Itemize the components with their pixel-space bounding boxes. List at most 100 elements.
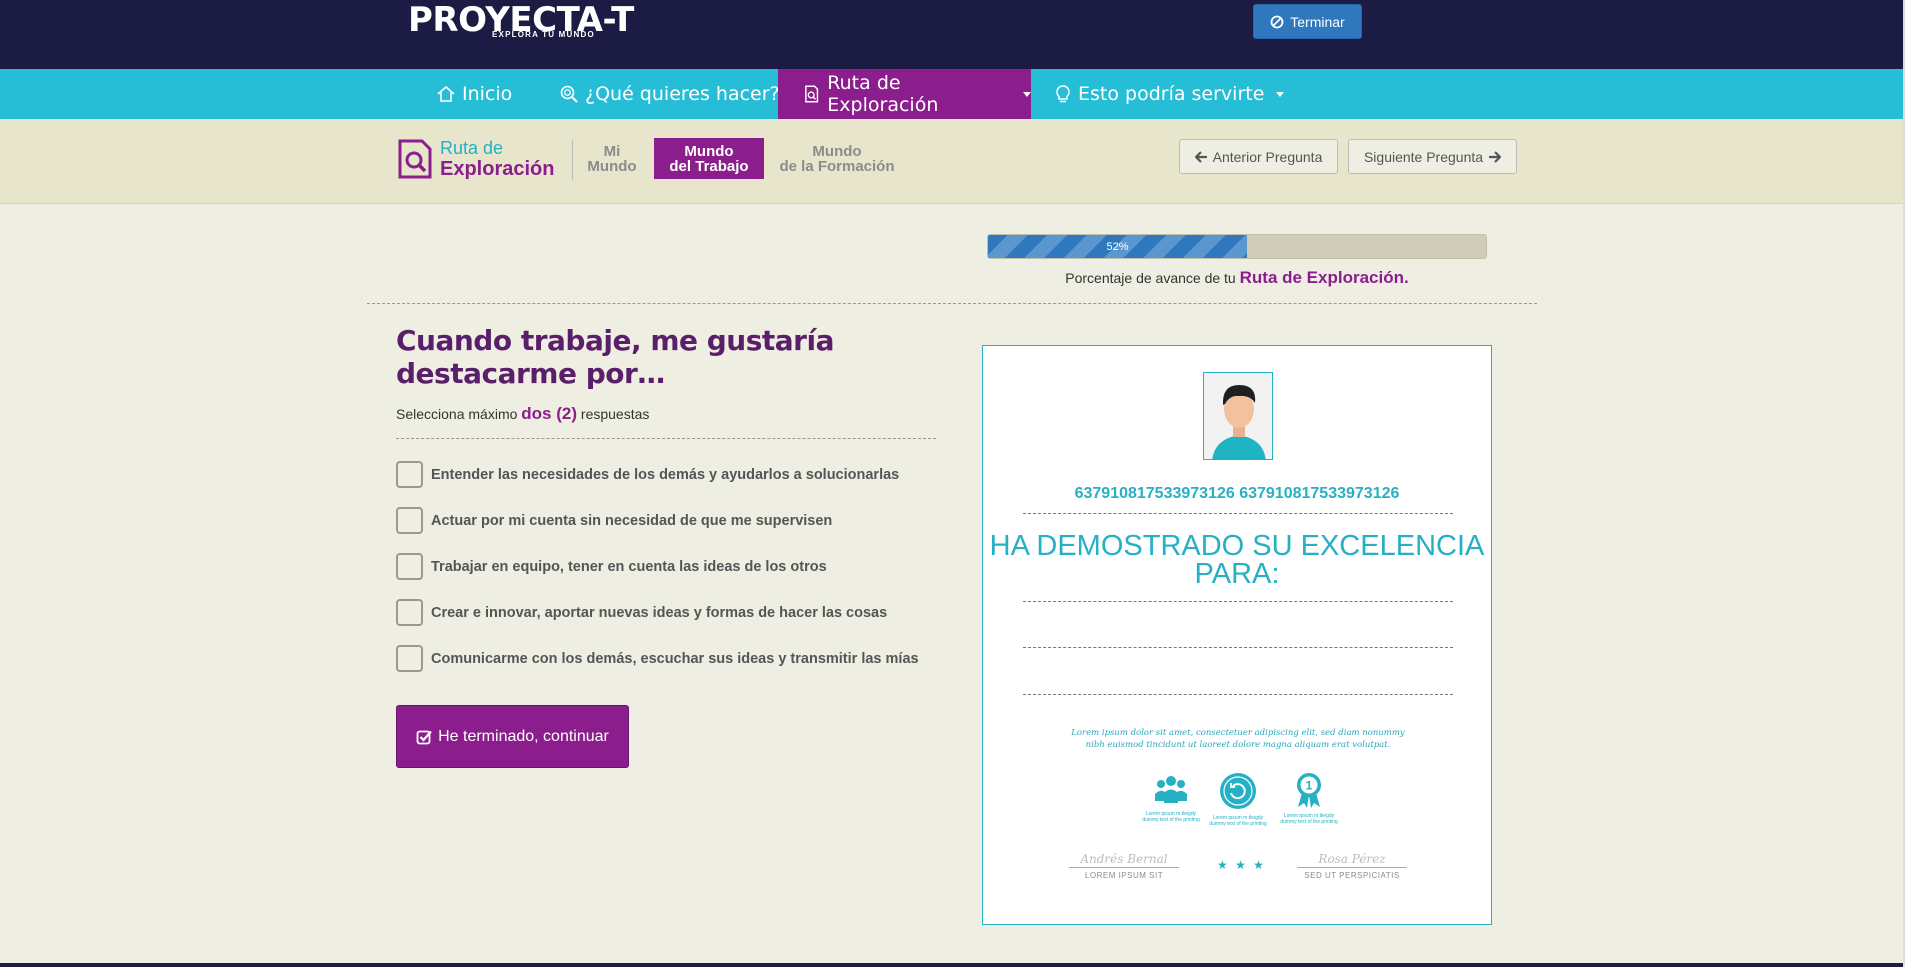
nav-item-esto-podria-servirte[interactable]: Esto podría servirte — [1054, 69, 1285, 119]
hint-highlight: dos (2) — [521, 404, 578, 423]
svg-text:1: 1 — [1306, 779, 1313, 793]
certificate-badge: Lorem ipsum m tleigdy dummy text of the … — [1141, 771, 1201, 823]
certificate-divider — [1023, 647, 1453, 648]
ban-icon — [1270, 15, 1284, 28]
top-header: PROYECTA-T EXPLORA TU MUNDO Terminar — [0, 0, 1905, 69]
chevron-down-icon — [1276, 91, 1285, 97]
stage-mi-mundo[interactable]: Mi Mundo — [582, 138, 642, 179]
proyectat-logo[interactable]: PROYECTA-T EXPLORA TU MUNDO — [408, 2, 634, 39]
stage-line-1: Mundo — [812, 142, 862, 160]
signature-right: Rosa Pérez SED UT PERSPICIATIS — [1297, 852, 1407, 880]
nav-item-label: Ruta de Exploración — [827, 72, 939, 116]
certificate-preview: 637910817533973126 637910817533973126 HA… — [982, 345, 1492, 925]
next-question-button[interactable]: Siguiente Pregunta — [1348, 139, 1517, 174]
section-divider — [367, 303, 1537, 304]
continue-button[interactable]: He terminado, continuar — [396, 705, 629, 768]
arrow-left-icon — [1194, 150, 1207, 163]
answer-option[interactable]: Trabajar en equipo, tener en cuenta las … — [396, 553, 827, 580]
signature-name: Rosa Pérez — [1297, 852, 1407, 868]
document-search-icon — [398, 139, 432, 179]
certificate-badge: 1 Lorem ipsum m tleigdy dummy text of th… — [1279, 771, 1339, 825]
footer-line — [0, 963, 1905, 967]
ribbon-award-icon: 1 — [1297, 773, 1321, 808]
brand-line-2: Exploración — [440, 158, 555, 180]
certificate-title: HA DEMOSTRADO SU EXCELENCIA PARA: — [989, 530, 1485, 590]
ruta-exploracion-brand: Ruta de Exploración — [396, 138, 554, 180]
certificate-lorem: Lorem ipsum dolor sit amet, consectetuer… — [1071, 728, 1405, 750]
answer-checkbox[interactable] — [396, 461, 423, 488]
document-search-icon — [805, 85, 819, 103]
brand-line-1: Ruta de — [440, 138, 504, 158]
answer-option[interactable]: Actuar por mi cuenta sin necesidad de qu… — [396, 507, 832, 534]
nav-item-label: Inicio — [462, 83, 513, 105]
answer-checkbox[interactable] — [396, 507, 423, 534]
progress-caption-highlight: Ruta de Exploración. — [1239, 268, 1409, 287]
answer-option[interactable]: Crear e innovar, aportar nuevas ideas y … — [396, 599, 887, 626]
answer-option[interactable]: Entender las necesidades de los demás y … — [396, 461, 899, 488]
stage-mundo-del-trabajo[interactable]: Mundo del Trabajo — [654, 138, 764, 179]
selection-hint: Selecciona máximo dos (2) respuestas — [396, 404, 649, 424]
answer-label: Actuar por mi cuenta sin necesidad de qu… — [431, 512, 833, 529]
stage-mundo-de-la-formacion[interactable]: Mundo de la Formación — [774, 138, 900, 179]
arrow-right-icon — [1489, 150, 1502, 163]
nav-item-label: Esto podría servirte — [1078, 83, 1265, 105]
signature-left: Andrés Bernal LOREM IPSUM SIT — [1069, 852, 1179, 880]
nav-item-ruta-exploracion[interactable]: Ruta de Exploración — [778, 69, 1031, 119]
stage-line-1: Mundo — [684, 142, 734, 160]
signature-role: LOREM IPSUM SIT — [1084, 871, 1164, 880]
answer-label: Comunicarme con los demás, escuchar sus … — [431, 650, 919, 667]
progress-caption: Porcentaje de avance de tu Ruta de Explo… — [987, 268, 1487, 288]
answer-checkbox[interactable] — [396, 553, 423, 580]
chevron-down-icon — [1023, 91, 1031, 97]
signature-name: Andrés Bernal — [1069, 852, 1179, 868]
question-divider — [396, 438, 936, 439]
answer-label: Crear e innovar, aportar nuevas ideas y … — [431, 604, 888, 621]
certificate-id: 637910817533973126 637910817533973126 — [1074, 485, 1400, 502]
progress-fill: 52% — [988, 235, 1247, 258]
main-navbar: Inicio ¿Qué quieres hacer? Ruta de Explo… — [0, 69, 1905, 119]
terminar-label: Terminar — [1290, 13, 1345, 30]
answer-label: Trabajar en equipo, tener en cuenta las … — [431, 558, 827, 575]
stage-line-2: Mundo — [587, 157, 637, 175]
lightbulb-icon — [1056, 85, 1070, 103]
answer-option[interactable]: Comunicarme con los demás, escuchar sus … — [396, 645, 919, 672]
answer-checkbox[interactable] — [396, 599, 423, 626]
divider — [572, 140, 573, 180]
badge-caption: Lorem ipsum m tleigdy dummy text of the … — [1280, 813, 1338, 825]
stage-line-2: de la Formación — [779, 157, 895, 175]
progress-caption-text: Porcentaje de avance de tu — [1065, 270, 1236, 286]
hint-suffix: respuestas — [580, 406, 650, 422]
certificate-badge: Lorem ipsum m tleigdy dummy text of the … — [1208, 771, 1268, 827]
check-square-icon — [416, 730, 432, 744]
arrow-cycle-icon — [1220, 773, 1256, 809]
continue-label: He terminado, continuar — [438, 727, 609, 745]
progress-bar: 52% — [987, 234, 1487, 259]
team-icon — [1155, 776, 1187, 803]
badge-caption: Lorem ipsum m tleigdy dummy text of the … — [1142, 811, 1200, 823]
previous-question-button[interactable]: Anterior Pregunta — [1179, 139, 1338, 174]
question-title: Cuando trabaje, me gustaría destacarme p… — [396, 324, 834, 390]
answer-label: Entender las necesidades de los demás y … — [431, 466, 900, 483]
stars-decoration: ★ ★ ★ — [1217, 858, 1266, 872]
avatar — [1203, 372, 1273, 460]
certificate-divider — [1023, 513, 1453, 514]
stage-line-2: del Trabajo — [669, 157, 749, 175]
stage-line-1: Mi — [603, 142, 621, 160]
nav-item-inicio[interactable]: Inicio — [436, 69, 512, 119]
previous-question-label: Anterior Pregunta — [1212, 148, 1323, 165]
logo-tagline: EXPLORA TU MUNDO — [492, 30, 595, 39]
signature-role: SED UT PERSPICIATIS — [1304, 871, 1400, 880]
exploration-subbar — [0, 119, 1905, 204]
certificate-divider — [1023, 694, 1453, 695]
nav-item-que-quieres-hacer[interactable]: ¿Qué quieres hacer? — [559, 69, 780, 119]
certificate-divider — [1023, 601, 1453, 602]
badge-caption: Lorem ipsum m tleigdy dummy text of the … — [1209, 815, 1267, 827]
home-icon — [437, 85, 455, 102]
nav-item-label: ¿Qué quieres hacer? — [585, 83, 780, 105]
user-avatar-icon — [1204, 373, 1272, 459]
next-question-label: Siguiente Pregunta — [1363, 148, 1484, 165]
answer-checkbox[interactable] — [396, 645, 423, 672]
terminar-button[interactable]: Terminar — [1253, 4, 1362, 39]
hint-prefix: Selecciona máximo — [396, 406, 518, 422]
search-icon — [560, 85, 578, 103]
